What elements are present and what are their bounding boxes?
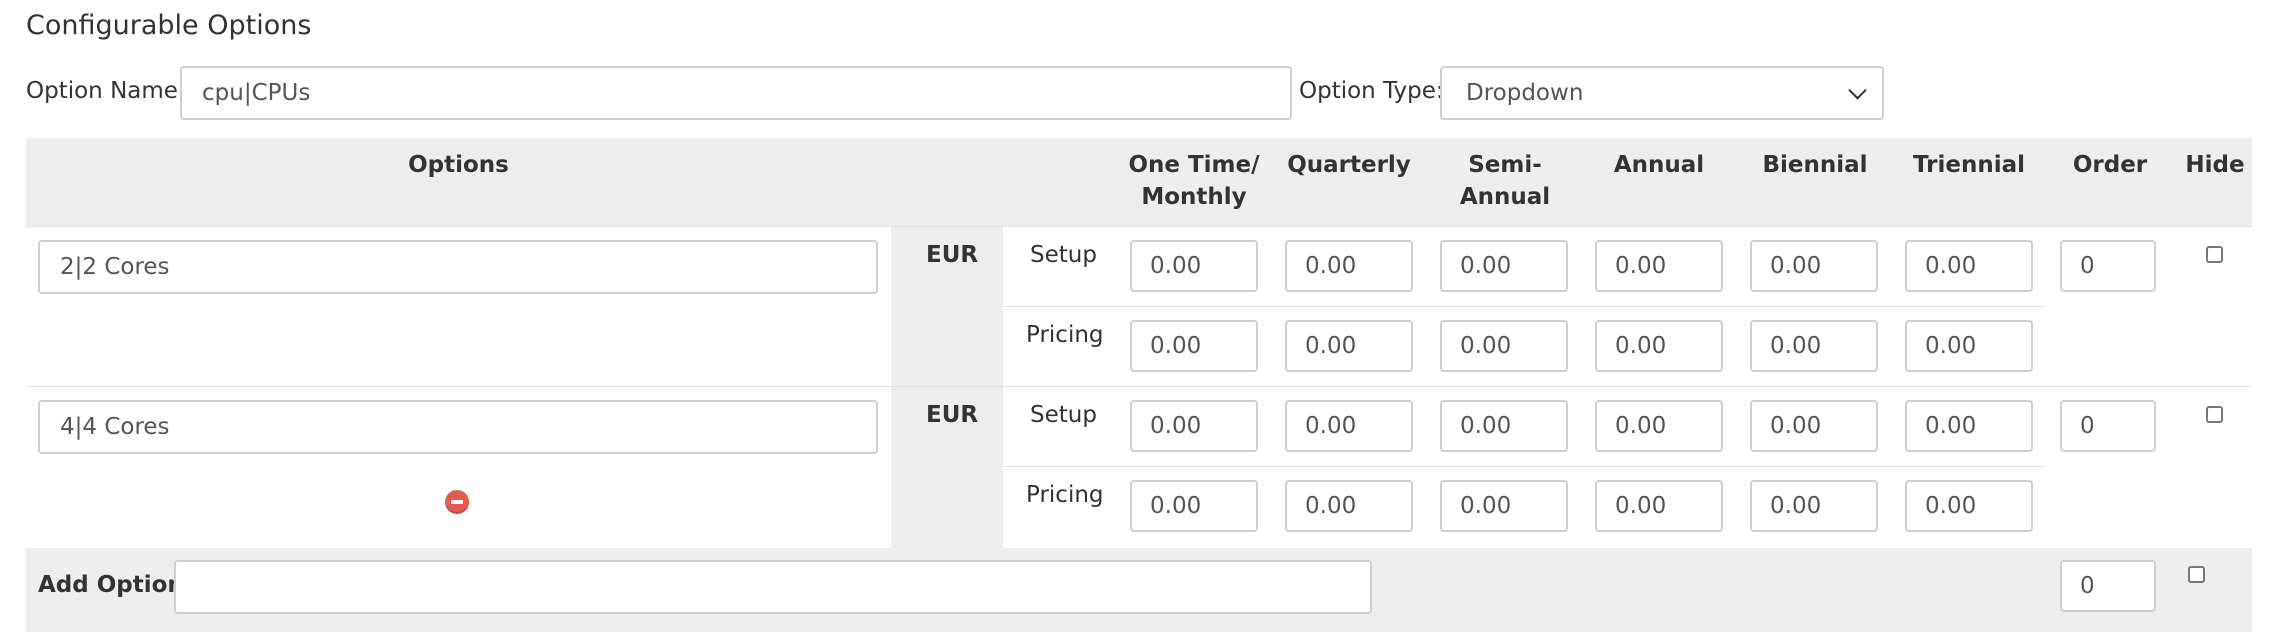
hide-checkbox-row-1[interactable] (2206, 246, 2223, 263)
pricing-triennial[interactable]: 0.00 (1905, 320, 2033, 372)
row-divider (26, 386, 2252, 387)
add-option-order-input[interactable]: 0 (2060, 560, 2156, 612)
setup-label: Setup (1030, 242, 1097, 268)
option-type-label: Option Type: (1299, 78, 1444, 104)
row-divider (1003, 466, 2045, 467)
setup-quarterly[interactable]: 0.00 (1285, 400, 1413, 452)
add-option-hide-checkbox[interactable] (2188, 566, 2205, 583)
header-order: Order (2072, 152, 2148, 178)
section-title: Configurable Options (26, 10, 312, 41)
header-annual: Annual (1613, 152, 1705, 178)
order-input-row-1[interactable]: 0 (2060, 240, 2156, 292)
setup-biennial[interactable]: 0.00 (1750, 400, 1878, 452)
chevron-down-icon (1848, 81, 1867, 100)
option-name-row-1[interactable] (38, 240, 878, 294)
pricing-quarterly[interactable]: 0.00 (1285, 480, 1413, 532)
pricing-one-time-monthly[interactable]: 0.00 (1130, 320, 1258, 372)
currency-label: EUR (926, 242, 979, 268)
setup-label: Setup (1030, 402, 1097, 428)
pricing-semi-annual[interactable]: 0.00 (1440, 480, 1568, 532)
setup-one-time-monthly[interactable]: 0.00 (1130, 400, 1258, 452)
header-one-time-monthly: One Time/ Monthly (1128, 152, 1260, 210)
option-name-input[interactable] (180, 66, 1292, 120)
pricing-biennial[interactable]: 0.00 (1750, 480, 1878, 532)
add-option-label: Add Option: (38, 572, 194, 598)
setup-one-time-monthly[interactable]: 0.00 (1130, 240, 1258, 292)
header-triennial: Triennial (1912, 152, 2026, 178)
currency-label: EUR (926, 402, 979, 428)
option-name-row-2[interactable] (38, 400, 878, 454)
setup-annual[interactable]: 0.00 (1595, 400, 1723, 452)
header-hide: Hide (2185, 152, 2245, 178)
pricing-annual[interactable]: 0.00 (1595, 320, 1723, 372)
setup-annual[interactable]: 0.00 (1595, 240, 1723, 292)
setup-semi-annual[interactable]: 0.00 (1440, 400, 1568, 452)
hide-checkbox-row-2[interactable] (2206, 406, 2223, 423)
option-type-select[interactable]: Dropdown (1440, 66, 1884, 120)
pricing-label: Pricing (1026, 482, 1104, 508)
order-input-row-2[interactable]: 0 (2060, 400, 2156, 452)
option-name-label: Option Name: (26, 78, 186, 104)
header-biennial: Biennial (1762, 152, 1868, 178)
setup-quarterly[interactable]: 0.00 (1285, 240, 1413, 292)
row-divider (26, 226, 2252, 227)
remove-icon[interactable] (445, 490, 469, 514)
pricing-one-time-monthly[interactable]: 0.00 (1130, 480, 1258, 532)
pricing-semi-annual[interactable]: 0.00 (1440, 320, 1568, 372)
setup-triennial[interactable]: 0.00 (1905, 400, 2033, 452)
add-option-input[interactable] (174, 560, 1372, 614)
setup-biennial[interactable]: 0.00 (1750, 240, 1878, 292)
pricing-triennial[interactable]: 0.00 (1905, 480, 2033, 532)
setup-semi-annual[interactable]: 0.00 (1440, 240, 1568, 292)
pricing-biennial[interactable]: 0.00 (1750, 320, 1878, 372)
setup-triennial[interactable]: 0.00 (1905, 240, 2033, 292)
row-divider (1003, 306, 2045, 307)
pricing-label: Pricing (1026, 322, 1104, 348)
header-quarterly: Quarterly (1287, 152, 1411, 178)
option-type-value: Dropdown (1466, 80, 1584, 106)
header-options: Options (408, 152, 509, 178)
pricing-annual[interactable]: 0.00 (1595, 480, 1723, 532)
header-semi-annual: Semi- Annual (1459, 152, 1551, 210)
currency-column (891, 226, 1003, 548)
pricing-quarterly[interactable]: 0.00 (1285, 320, 1413, 372)
